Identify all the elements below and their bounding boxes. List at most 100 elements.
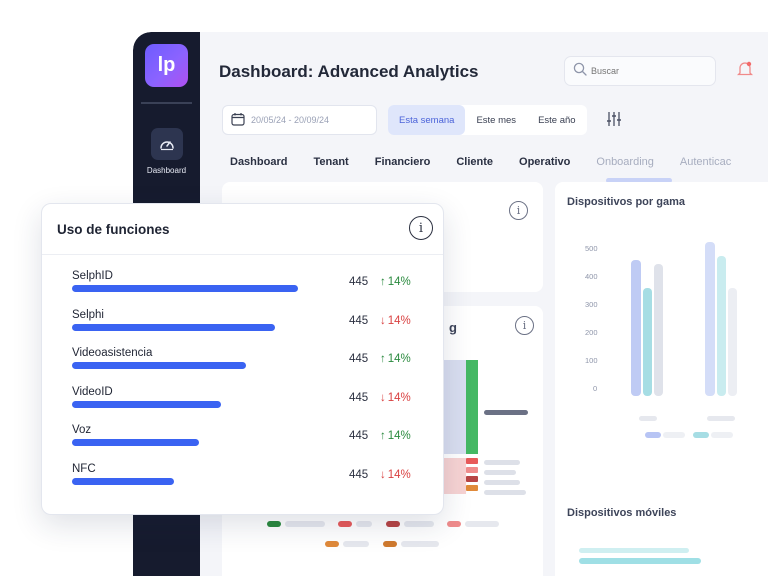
feature-usage-bar: [72, 285, 298, 292]
notification-bell-icon[interactable]: [736, 60, 754, 83]
x-tick-placeholder: [639, 416, 657, 421]
trend-value: 14%: [387, 276, 411, 288]
x-tick-placeholder: [707, 416, 735, 421]
tab-tenant[interactable]: Tenant: [313, 156, 348, 168]
legend-swatch: [383, 541, 397, 547]
legend-line: [663, 432, 685, 438]
trend-down: ↓ 14%: [380, 392, 411, 404]
trend-up: ↑ 14%: [380, 430, 411, 442]
date-range-value: 20/05/24 - 20/09/24: [251, 115, 330, 125]
stacked-bar-segment: [466, 360, 478, 454]
trend-value: 14%: [387, 391, 411, 404]
legend-line: [484, 410, 528, 415]
tab-dashboard[interactable]: Dashboard: [230, 156, 287, 168]
tab-cliente[interactable]: Cliente: [456, 156, 493, 168]
chart-bar: [728, 288, 737, 396]
arrow-down-icon: ↓: [380, 469, 386, 481]
legend-swatch: [447, 521, 461, 527]
trend-value: 14%: [387, 469, 411, 481]
card-title: Dispositivos por gama: [567, 196, 685, 208]
feature-row: Voz 445 ↑ 14%: [72, 424, 432, 454]
card-title: Uso de funciones: [57, 222, 170, 237]
y-tick-label: 500: [585, 244, 598, 253]
info-icon[interactable]: i: [515, 316, 534, 335]
legend-line: [343, 541, 369, 547]
trend-down: ↓ 14%: [380, 315, 411, 327]
arrow-up-icon: ↑: [380, 430, 386, 443]
period-selector: Esta semana Este mes Este año: [388, 105, 587, 135]
chart-bar: [643, 288, 652, 396]
app-logo[interactable]: lp: [145, 44, 188, 87]
y-tick-label: 400: [585, 272, 598, 281]
feature-usage-bar: [72, 439, 199, 447]
divider: [42, 254, 443, 255]
feature-row: NFC 445 ↓ 14%: [72, 463, 432, 493]
y-tick-label: 100: [585, 356, 598, 365]
sidebar-item-dashboard[interactable]: Dashboard: [133, 128, 200, 175]
legend-swatch: [325, 541, 339, 547]
legend-line: [484, 460, 520, 465]
feature-usage-bar: [72, 362, 246, 370]
stage: lp Dashboard Dashboard: Advanced Analyti…: [0, 0, 768, 576]
period-this-week[interactable]: Esta semana: [388, 105, 466, 135]
trend-up: ↑ 14%: [380, 353, 411, 365]
feature-name: VideoID: [72, 385, 113, 398]
sidebar-item-label: Dashboard: [146, 166, 187, 175]
calendar-icon: [231, 112, 245, 128]
chart-bar: [654, 264, 663, 396]
search-box[interactable]: [564, 56, 716, 86]
legend-swatch: [645, 432, 661, 438]
feature-name: Videoasistencia: [72, 347, 153, 360]
legend-line: [711, 432, 733, 438]
chart-bar: [631, 260, 641, 396]
stacked-bar-segment: [466, 458, 478, 464]
feature-usage-bar: [72, 323, 275, 331]
arrow-down-icon: ↓: [380, 391, 386, 404]
tab-onboarding[interactable]: Onboarding: [596, 156, 654, 168]
feature-usage-bar: [72, 400, 221, 408]
tab-financiero[interactable]: Financiero: [375, 156, 431, 168]
period-this-year[interactable]: Este año: [527, 105, 587, 135]
card-title: Dispositivos móviles: [567, 507, 677, 519]
legend-line: [404, 521, 434, 527]
feature-row: Selphi 445 ↓ 14%: [72, 309, 432, 339]
trend-up: ↑ 14%: [380, 276, 411, 288]
y-tick-label: 200: [585, 328, 598, 337]
legend-swatch: [693, 432, 709, 438]
search-input[interactable]: [591, 66, 691, 76]
devices-by-range-card: Dispositivos por gama 500 400 300 200 10…: [555, 182, 768, 510]
card-title-fragment: g: [449, 320, 457, 335]
info-icon[interactable]: i: [409, 216, 433, 240]
tab-autenticacion[interactable]: Autenticac: [680, 156, 731, 168]
legend-line: [401, 541, 439, 547]
feature-usage-bar: [72, 478, 174, 485]
legend-line: [484, 480, 520, 485]
stacked-bar-segment: [466, 467, 478, 473]
arrow-up-icon: ↑: [380, 353, 386, 366]
feature-name: SelphID: [72, 270, 113, 282]
page-title: Dashboard: Advanced Analytics: [219, 62, 479, 81]
sidebar-divider: [141, 102, 192, 104]
y-tick-label: 0: [593, 384, 598, 393]
stacked-bar-segment: [444, 360, 466, 454]
filter-sliders-icon[interactable]: [605, 110, 623, 133]
trend-value: 14%: [387, 353, 411, 366]
trend-down: ↓ 14%: [380, 469, 411, 481]
y-tick-label: 300: [585, 300, 598, 309]
legend-line: [484, 470, 516, 475]
feature-row: SelphID 445 ↑ 14%: [72, 270, 432, 300]
feature-count: 445: [349, 276, 369, 288]
tab-operativo[interactable]: Operativo: [519, 156, 570, 168]
date-range-picker[interactable]: 20/05/24 - 20/09/24: [222, 105, 377, 135]
period-this-month[interactable]: Este mes: [465, 105, 527, 135]
legend-swatch: [338, 521, 352, 527]
feature-usage-card: Uso de funciones i SelphID 445 ↑ 14% Selphi 4…: [41, 203, 444, 515]
feature-row: Videoasistencia 445 ↑ 14%: [72, 347, 432, 377]
legend-swatch: [386, 521, 400, 527]
feature-name: Voz: [72, 424, 92, 437]
legend-line: [356, 521, 372, 527]
info-icon[interactable]: i: [509, 201, 528, 220]
mobile-devices-card: Dispositivos móviles: [555, 492, 768, 576]
feature-count: 445: [349, 391, 369, 404]
progress-bar: [579, 548, 689, 553]
